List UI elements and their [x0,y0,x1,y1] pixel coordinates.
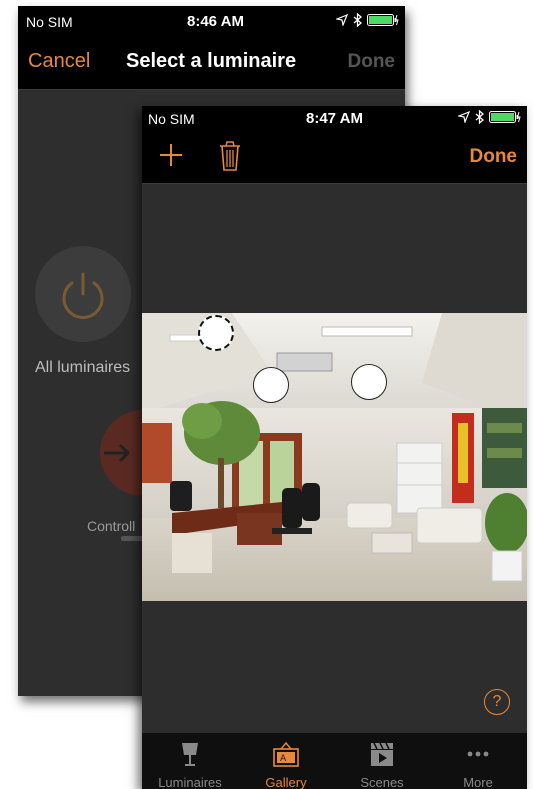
battery-icon [367,14,399,26]
plus-icon[interactable] [158,142,184,168]
tab-label: Scenes [360,775,404,789]
front-screen: No SIM 8:47 AM Done ? Luminaires A Galle… [142,106,527,789]
clock-label: 8:47 AM [306,110,363,127]
lamp-icon [182,743,198,766]
tab-more[interactable]: More [430,733,526,789]
gallery-icon: A [273,741,299,767]
tab-label: Gallery [265,775,307,789]
more-icon [467,751,489,757]
clapper-icon [371,742,393,766]
all-luminaires-button[interactable] [35,246,131,342]
clock-label: 8:46 AM [187,13,244,30]
room-photo[interactable] [142,313,527,601]
done-button[interactable]: Done [348,51,396,73]
bluetooth-icon [475,110,484,124]
status-icons [458,110,521,124]
status-bar: No SIM 8:46 AM [18,6,405,36]
help-button[interactable]: ? [484,689,510,715]
trash-icon[interactable] [219,141,241,171]
location-icon [336,14,348,26]
tab-label: Luminaires [158,775,222,789]
done-button[interactable]: Done [470,146,518,168]
cancel-button[interactable]: Cancel [28,50,90,73]
all-luminaires-label: All luminaires [35,359,131,376]
carrier-label: No SIM [26,14,73,30]
controller-label: Controll [87,518,136,534]
luminaire-marker[interactable] [351,364,387,400]
luminaire-marker[interactable] [253,367,289,403]
tab-luminaires[interactable]: Luminaires [142,733,238,789]
nav-bar: Cancel Select a luminaire Done [18,36,405,90]
tab-scenes[interactable]: Scenes [334,733,430,789]
page-title: Select a luminaire [126,50,297,72]
controller-icon[interactable] [98,408,148,498]
status-bar: No SIM 8:47 AM [142,106,527,130]
status-icons [336,13,399,27]
svg-text:A: A [280,754,287,764]
power-icon [62,272,104,319]
tab-bar: Luminaires A Gallery Scenes More [142,732,527,789]
tab-label: More [463,775,493,789]
bluetooth-icon [353,13,362,27]
carrier-label: No SIM [148,111,195,127]
nav-bar: Done [142,130,527,184]
battery-icon [489,111,521,123]
luminaire-marker-selected[interactable] [198,315,234,351]
tab-gallery[interactable]: A Gallery [238,733,334,789]
location-icon [458,111,470,123]
office-room-image [142,313,527,601]
